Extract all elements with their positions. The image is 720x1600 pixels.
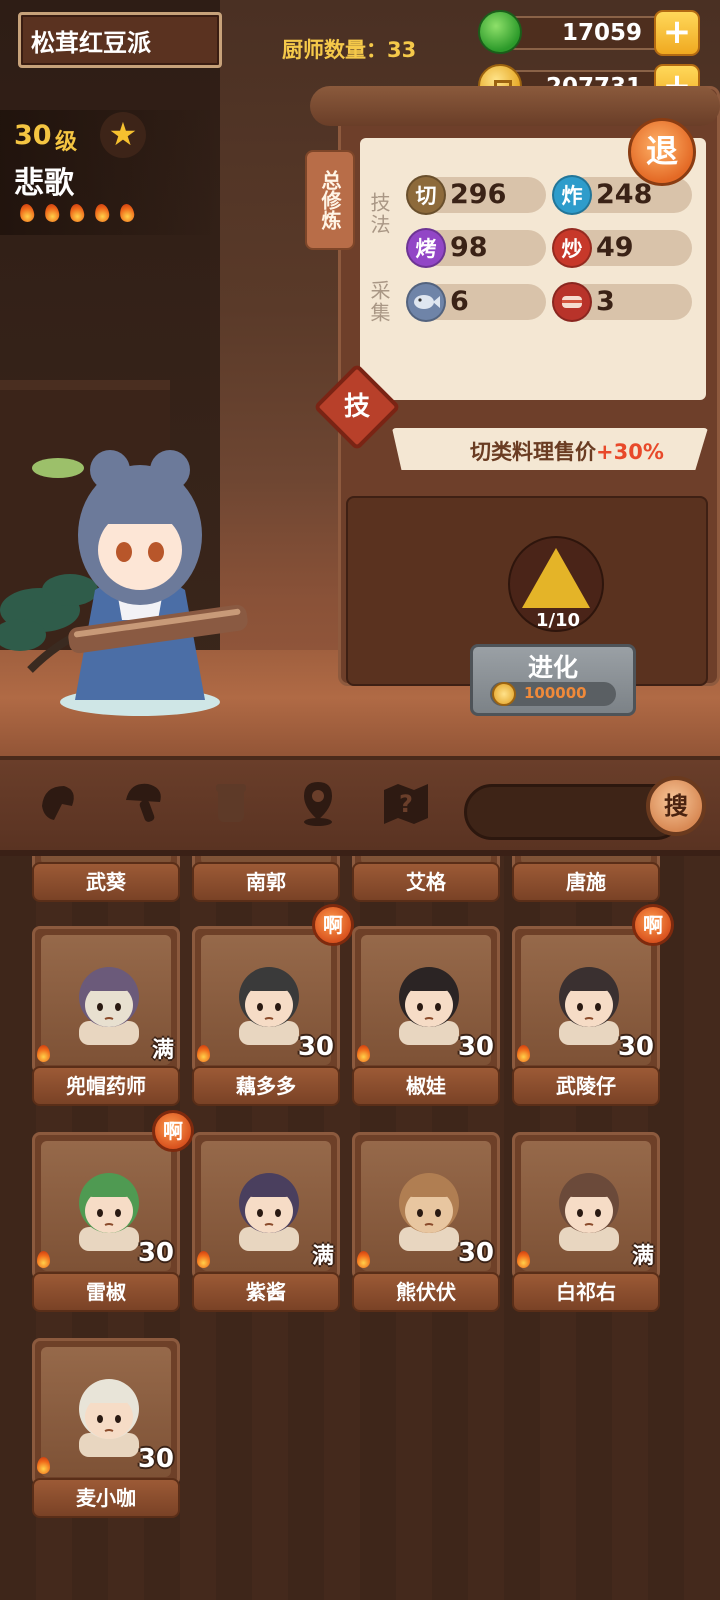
chef-level: 30	[137, 1238, 174, 1268]
chef-name-label: 武陵仔	[512, 1066, 660, 1106]
evolve-cost-value: 100000	[524, 684, 587, 702]
flame-icon	[34, 1044, 54, 1064]
chef-level: 30	[14, 120, 52, 151]
mushroom-filter-icon[interactable]	[118, 776, 174, 832]
flame-icon	[194, 1250, 214, 1270]
chef-count-label: 厨师数量：33	[282, 38, 417, 62]
stat-fry-value: 248	[596, 179, 653, 210]
shout-badge: 啊	[152, 1110, 194, 1152]
chef-level: 30	[457, 1238, 494, 1268]
search-button[interactable]: 搜	[646, 776, 706, 836]
jade-currency: 17059 +	[478, 10, 700, 56]
flame-icon	[41, 202, 63, 224]
star-icon[interactable]: ★	[100, 112, 146, 158]
evolution-progress: 1/10	[535, 610, 581, 631]
stat-meat: 3	[552, 282, 692, 322]
chef-avatar	[559, 1173, 619, 1251]
chef-name-label: 武葵	[32, 862, 180, 902]
meat-icon	[552, 282, 592, 322]
school-name-box[interactable]: 松茸红豆派	[18, 12, 222, 68]
flame-icon	[34, 1456, 54, 1476]
chef-name: 悲歌	[14, 166, 74, 201]
chef-level: 30	[297, 1032, 334, 1062]
fish-icon	[406, 282, 446, 322]
stat-roast-value: 98	[450, 232, 488, 263]
stat-meat-value: 3	[596, 286, 615, 317]
evolve-button-label[interactable]: 进化	[470, 648, 636, 684]
svg-text:?: ?	[399, 790, 413, 818]
chef-list: 武葵 南郭 艾格 唐施满兜帽药师 30 啊藕多多 30 椒娃 30 啊武陵仔 30 啊雷椒满紫酱 30 熊…	[0, 856, 720, 1600]
chef-name-label: 白祁右	[512, 1272, 660, 1312]
chef-level: 满	[631, 1244, 654, 1269]
chef-level: 满	[311, 1244, 334, 1269]
chef-name-label: 熊伏伏	[352, 1272, 500, 1312]
meat-filter-icon[interactable]	[32, 776, 88, 832]
fry-icon: 炸	[552, 175, 592, 215]
chef-flames	[16, 202, 138, 224]
stat-fish: 6	[406, 282, 546, 322]
chef-level: 30	[137, 1444, 174, 1474]
mystery-map-filter-icon[interactable]: ?	[378, 776, 434, 832]
chef-level-unit: 级	[55, 130, 78, 155]
tab-total-training[interactable]: 总修炼	[305, 150, 355, 250]
flame-icon	[16, 202, 38, 224]
chef-avatar	[79, 967, 139, 1045]
chef-name-label: 南郭	[192, 862, 340, 902]
chef-name-label: 唐施	[512, 862, 660, 902]
flame-icon	[514, 1044, 534, 1064]
skill-bonus-text: 切类料理售价+30%	[470, 436, 664, 466]
chef-avatar	[239, 1173, 299, 1251]
add-jade-button[interactable]: +	[654, 10, 700, 56]
chef-name-label: 麦小咖	[32, 1478, 180, 1518]
chef-character-illustration[interactable]	[0, 440, 260, 720]
stat-cut: 切 296	[406, 175, 546, 215]
chef-level: 满	[151, 1038, 174, 1063]
flame-icon	[34, 1250, 54, 1270]
flame-icon	[354, 1044, 374, 1064]
chef-name-label: 椒娃	[352, 1066, 500, 1106]
stirfry-icon: 炒	[552, 228, 592, 268]
skill-bonus-desc: 切类料理售价	[470, 440, 596, 464]
shout-badge: 啊	[312, 904, 354, 946]
school-name: 松茸红豆派	[31, 28, 151, 57]
skill-badge-label[interactable]: 技	[326, 376, 388, 438]
retreat-button[interactable]: 退	[628, 118, 696, 186]
chef-level: 30	[457, 1032, 494, 1062]
skill-bonus-value: +30%	[596, 440, 664, 464]
chef-name-label: 艾格	[352, 862, 500, 902]
flame-icon	[116, 202, 138, 224]
gold-coin-icon	[492, 682, 516, 706]
chef-name-label: 紫酱	[192, 1272, 340, 1312]
flame-icon	[354, 1250, 374, 1270]
chef-level: 30	[617, 1032, 654, 1062]
flame-icon	[91, 202, 113, 224]
chef-name-label: 雷椒	[32, 1272, 180, 1312]
roast-icon: 烤	[406, 228, 446, 268]
chef-name-label: 藕多多	[192, 1066, 340, 1106]
flame-icon	[66, 202, 88, 224]
stat-cut-value: 296	[450, 179, 507, 210]
stat-fish-value: 6	[450, 286, 469, 317]
stat-roast: 烤 98	[406, 228, 546, 268]
jar-filter-icon[interactable]	[204, 776, 260, 832]
flame-icon	[514, 1250, 534, 1270]
stat-stirfry-value: 49	[596, 232, 634, 263]
jade-icon	[478, 10, 522, 54]
chef-name-label: 兜帽药师	[32, 1066, 180, 1106]
location-filter-icon[interactable]	[290, 776, 346, 832]
technique-section-label: 技法	[367, 192, 391, 236]
stat-stirfry: 炒 49	[552, 228, 692, 268]
gather-section-label: 采集	[367, 280, 391, 324]
cut-icon: 切	[406, 175, 446, 215]
shout-badge: 啊	[632, 904, 674, 946]
flame-icon	[194, 1044, 214, 1064]
